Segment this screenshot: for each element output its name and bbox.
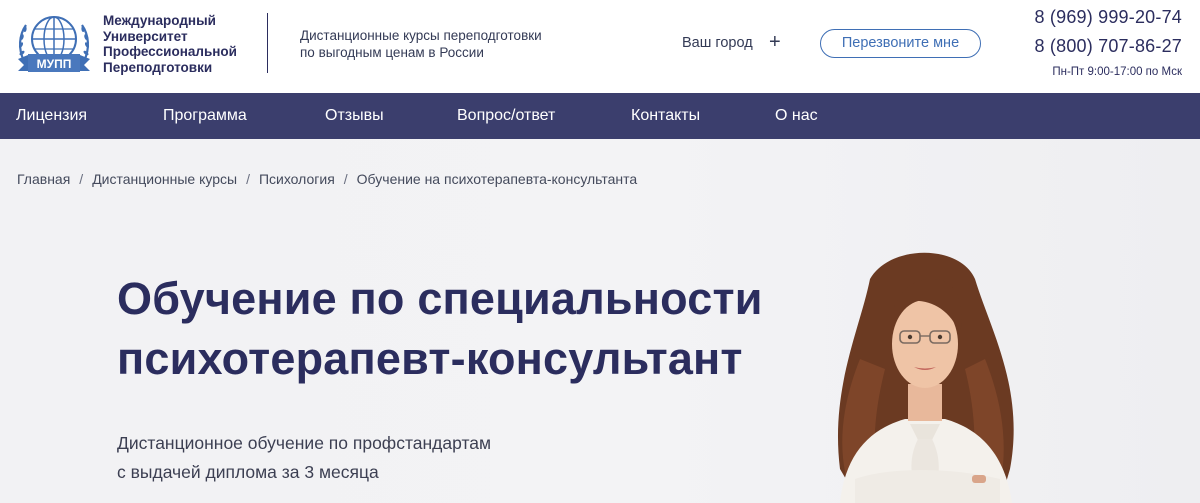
subtitle-line: Дистанционное обучение по профстандартам [117, 433, 492, 453]
callback-button[interactable]: Перезвоните мне [820, 29, 981, 58]
tagline-line: Дистанционные курсы переподготовки [300, 28, 542, 43]
instructor-portrait-image [837, 252, 1014, 503]
subtitle-line: с выдачей диплома за 3 месяца [117, 462, 379, 482]
main-nav: Лицензия Программа Отзывы Вопрос/ответ К… [0, 93, 1200, 139]
nav-item-license[interactable]: Лицензия [16, 107, 87, 125]
working-hours: Пн-Пт 9:00-17:00 по Мск [1052, 66, 1182, 78]
nav-item-faq[interactable]: Вопрос/ответ [457, 107, 555, 125]
breadcrumb: Главная / Дистанционные курсы / Психология / О… [17, 171, 637, 187]
plus-icon[interactable]: + [769, 31, 781, 53]
nav-item-about[interactable]: О нас [775, 107, 818, 125]
tagline-line: по выгодным ценам в России [300, 45, 484, 60]
breadcrumb-distance-courses[interactable]: Дистанционные курсы [92, 171, 237, 187]
title-line: психотерапевт-консультант [117, 333, 743, 384]
title-line: Обучение по специальности [117, 273, 763, 324]
logo-badge-text: МУПП [37, 57, 72, 71]
breadcrumb-home[interactable]: Главная [17, 171, 70, 187]
header-divider [267, 13, 268, 73]
hero-section: Главная / Дистанционные курсы / Психология / О… [0, 139, 1200, 503]
phone-number-primary[interactable]: 8 (969) 999-20-74 [1035, 7, 1183, 28]
university-logo-icon[interactable]: МУПП [14, 9, 94, 81]
logo-line: Международный [103, 13, 216, 28]
breadcrumb-psychology[interactable]: Психология [259, 171, 335, 187]
logo-line: Переподготовки [103, 59, 213, 75]
site-header: МУПП Международный Университет Профессио… [0, 0, 1200, 93]
hero-subtitle: Дистанционное обучение по профстандартам… [117, 429, 577, 487]
phone-number-secondary[interactable]: 8 (800) 707-86-27 [1035, 36, 1183, 57]
breadcrumb-separator: / [343, 171, 348, 187]
header-tagline: Дистанционные курсы переподготовки по вы… [300, 27, 590, 61]
logo-line: Профессиональной [103, 44, 237, 59]
breadcrumb-separator: / [246, 171, 250, 187]
logo-line: Университет [103, 28, 188, 44]
nav-item-program[interactable]: Программа [163, 107, 247, 125]
breadcrumb-current: Обучение на психотерапевта-консультанта [356, 171, 638, 187]
breadcrumb-separator: / [79, 171, 84, 187]
nav-item-reviews[interactable]: Отзывы [325, 107, 384, 125]
city-selector-label[interactable]: Ваш город [682, 35, 753, 51]
page: МУПП Международный Университет Профессио… [0, 0, 1200, 503]
page-title: Обучение по специальности психотерапевт-… [117, 269, 837, 389]
nav-item-contacts[interactable]: Контакты [631, 107, 700, 125]
logo-title[interactable]: Международный Университет Профессиональн… [103, 13, 263, 75]
